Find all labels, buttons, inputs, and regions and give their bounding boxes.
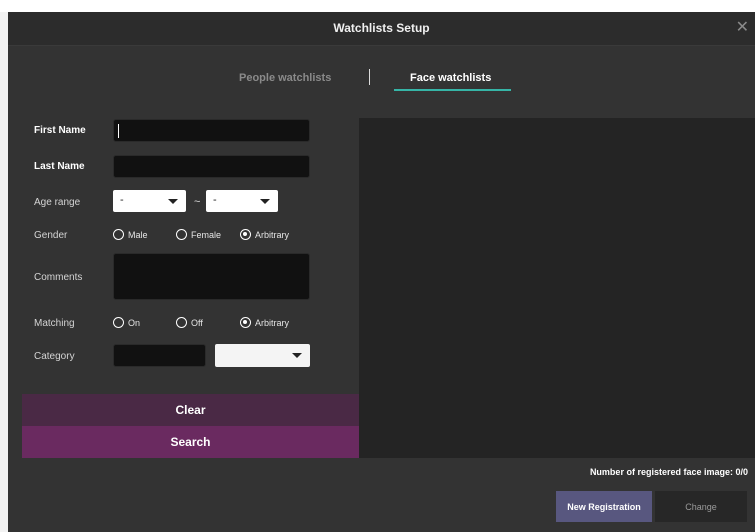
comments-textarea[interactable] [113, 253, 310, 300]
age-to-value: - [213, 194, 217, 206]
radio-circle-icon [113, 317, 124, 328]
radio-circle-icon [176, 229, 187, 240]
search-button[interactable]: Search [22, 426, 359, 458]
radio-label: Arbitrary [255, 317, 290, 328]
matching-radio-on[interactable]: On [113, 317, 140, 328]
first-name-label: First Name [34, 125, 86, 136]
tab-face-watchlists[interactable]: Face watchlists [410, 72, 491, 84]
gender-radio-male[interactable]: Male [113, 229, 148, 240]
top-strip [0, 0, 755, 12]
age-range-label: Age range [34, 197, 81, 208]
radio-label: Off [191, 317, 203, 328]
text-cursor [118, 124, 119, 138]
close-icon[interactable]: ✕ [736, 17, 749, 37]
radio-label: Arbitrary [255, 229, 290, 240]
tab-separator [369, 69, 370, 85]
age-to-select[interactable]: - [206, 190, 278, 212]
gender-label: Gender [34, 230, 68, 241]
dialog-title: Watchlists Setup [333, 21, 430, 35]
clear-button[interactable]: Clear [22, 394, 359, 426]
first-name-input[interactable] [113, 119, 310, 142]
gender-radio-female[interactable]: Female [176, 229, 221, 240]
chevron-down-icon [260, 199, 270, 204]
category-label: Category [34, 351, 75, 362]
category-input[interactable] [113, 344, 206, 367]
radio-label: On [128, 317, 141, 328]
watchlists-dialog: Watchlists Setup ✕ People watchlists Fac… [8, 12, 755, 532]
matching-radio-arbitrary[interactable]: Arbitrary [240, 317, 289, 328]
last-name-label: Last Name [34, 161, 85, 172]
comments-label: Comments [34, 272, 83, 283]
radio-checked-icon [240, 317, 251, 328]
chevron-down-icon [168, 199, 178, 204]
age-from-value: - [120, 194, 124, 206]
face-image-panel [359, 118, 755, 458]
radio-label: Female [191, 229, 222, 240]
radio-label: Male [128, 229, 148, 240]
tab-people-watchlists[interactable]: People watchlists [239, 72, 331, 84]
age-from-select[interactable]: - [113, 190, 186, 212]
registered-count-text: Number of registered face image: 0/0 [589, 467, 748, 477]
title-bar: Watchlists Setup ✕ [8, 12, 755, 46]
change-button[interactable]: Change [655, 491, 747, 522]
matching-radio-off[interactable]: Off [176, 317, 203, 328]
radio-checked-icon [240, 229, 251, 240]
chevron-down-icon [292, 353, 302, 358]
age-range-separator: ~ [194, 196, 201, 208]
category-select[interactable] [215, 344, 310, 367]
active-tab-underline [394, 89, 511, 91]
matching-label: Matching [34, 318, 75, 329]
gender-radio-arbitrary[interactable]: Arbitrary [240, 229, 289, 240]
last-name-input[interactable] [113, 155, 310, 178]
radio-circle-icon [113, 229, 124, 240]
new-registration-button[interactable]: New Registration [556, 491, 652, 522]
radio-circle-icon [176, 317, 187, 328]
